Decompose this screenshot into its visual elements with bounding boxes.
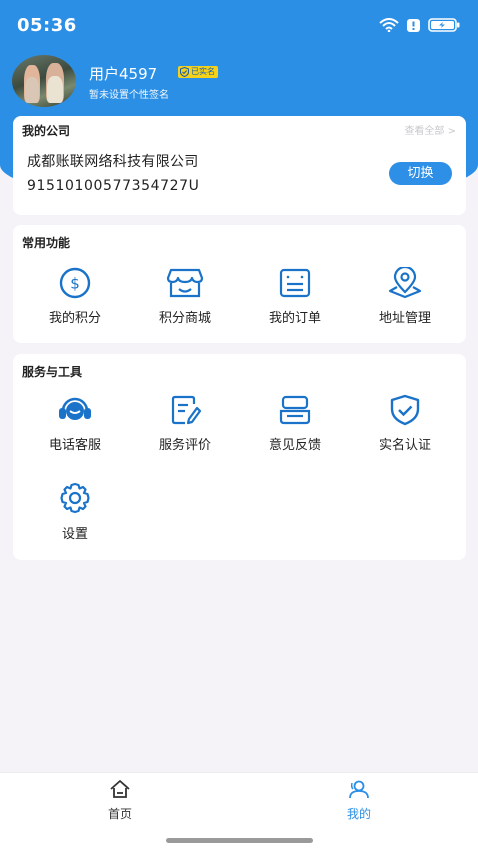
switch-company-button[interactable]: 切换: [389, 162, 452, 185]
wifi-icon: [379, 18, 399, 32]
grid-label-store: 积分商城: [158, 311, 211, 326]
svg-text:$: $: [70, 275, 80, 293]
feedback-icon: [279, 395, 311, 425]
profile-icon: [349, 780, 369, 799]
tab-profile-label: 我的: [346, 807, 371, 821]
company-card: 我的公司 查看全部 > 成都账联网络科技有限公司 915101005773547…: [13, 116, 466, 215]
order-icon: [279, 268, 311, 298]
verified-label: 已实名: [191, 67, 215, 76]
company-credit-code: 91510100577354727U: [27, 178, 200, 194]
status-icons: [379, 18, 460, 32]
signature: 暂未设置个性签名: [89, 90, 169, 101]
gear-icon: [60, 482, 90, 514]
alert-icon: [407, 18, 420, 32]
company-name: 成都账联网络科技有限公司: [27, 154, 199, 170]
store-icon: [166, 268, 204, 298]
tools-section-title: 服务与工具: [22, 365, 83, 379]
grid-item-address[interactable]: 地址管理: [350, 267, 460, 326]
tab-home-label: 首页: [107, 807, 132, 821]
profile-header[interactable]: 用户4597 已实名 暂未设置个性签名: [12, 55, 472, 110]
avatar[interactable]: [12, 55, 76, 107]
grid-label-settings: 设置: [61, 527, 88, 542]
grid-item-feedback[interactable]: 意见反馈: [240, 394, 350, 453]
status-time: 05:36: [17, 15, 77, 36]
verified-shield-icon: [180, 67, 189, 77]
grid-label-address: 地址管理: [378, 311, 431, 326]
edit-icon: [171, 395, 202, 425]
grid-label-feedback: 意见反馈: [268, 438, 321, 453]
grid-label-points: 我的积分: [48, 311, 101, 326]
home-icon: [110, 780, 130, 798]
grid-item-phone-service[interactable]: 电话客服: [20, 394, 130, 453]
headset-icon: [59, 397, 91, 420]
grid-item-service-review[interactable]: 服务评价: [130, 394, 240, 453]
common-section-title: 常用功能: [22, 236, 71, 250]
grid-label-service-review: 服务评价: [158, 438, 211, 453]
grid-label-phone-service: 电话客服: [48, 438, 101, 453]
location-icon: [388, 267, 422, 299]
grid-item-points[interactable]: $ 我的积分: [20, 267, 130, 326]
grid-item-store[interactable]: 积分商城: [130, 267, 240, 326]
points-icon: $: [59, 267, 91, 299]
view-all-link[interactable]: 查看全部 >: [404, 122, 456, 137]
shield-check-icon: [390, 394, 420, 426]
grid-label-orders: 我的订单: [268, 311, 321, 326]
tab-home[interactable]: 首页: [80, 779, 160, 822]
service-tools-card: 服务与工具 电话客服 服务评价 意见反馈 实名认证 设置: [13, 354, 466, 560]
battery-icon: [428, 18, 460, 32]
grid-item-real-name-auth[interactable]: 实名认证: [350, 394, 460, 453]
grid-label-real-name-auth: 实名认证: [378, 438, 431, 453]
grid-item-settings[interactable]: 设置: [20, 481, 130, 542]
common-functions-card: 常用功能 $ 我的积分 积分商城 我的订单 地址管理: [13, 225, 466, 343]
tab-profile[interactable]: 我的: [319, 779, 399, 822]
verified-badge: 已实名: [178, 66, 218, 78]
grid-item-orders[interactable]: 我的订单: [240, 267, 350, 326]
home-indicator: [166, 838, 313, 843]
username: 用户4597: [89, 65, 158, 83]
status-bar: 05:36: [0, 0, 478, 56]
company-section-title: 我的公司: [22, 124, 71, 138]
